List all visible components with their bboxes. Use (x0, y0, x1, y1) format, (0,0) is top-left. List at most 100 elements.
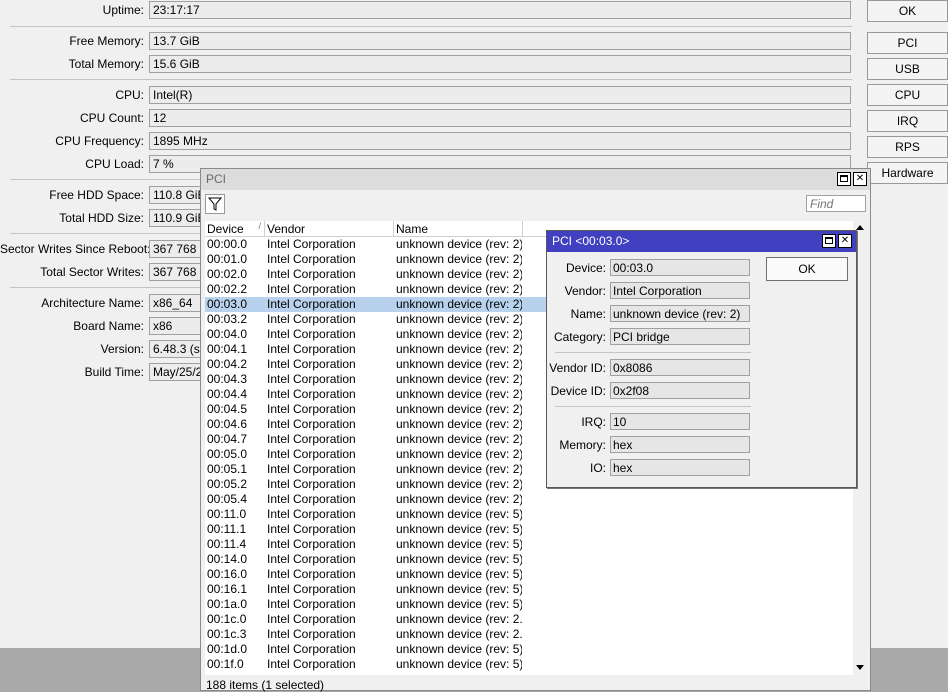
separator (10, 79, 852, 80)
scroll-up-icon[interactable] (856, 225, 864, 230)
cell-vendor: Intel Corporation (267, 387, 356, 401)
cell-device: 00:01.0 (207, 252, 248, 266)
cell-device: 00:03.0 (207, 297, 248, 311)
cell-vendor: Intel Corporation (267, 537, 356, 551)
maximize-icon[interactable] (822, 234, 836, 248)
separator (555, 352, 751, 353)
cell-name: unknown device (rev: 2) (396, 447, 522, 461)
table-row[interactable]: 00:14.0 Intel Corporation unknown device (… (205, 552, 853, 567)
table-row[interactable]: 00:1d.0 Intel Corporation unknown device (… (205, 642, 853, 657)
cell-vendor: Intel Corporation (267, 357, 356, 371)
cell-vendor: Intel Corporation (267, 402, 356, 416)
field-value-total-memory[interactable]: 15.6 GiB (149, 55, 851, 73)
table-row[interactable]: 00:11.0 Intel Corporation unknown device (… (205, 507, 853, 522)
field-value-cpu-count[interactable]: 12 (149, 109, 851, 127)
cell-device: 00:11.4 (207, 537, 247, 551)
cell-name: unknown device (rev: 5) (396, 657, 522, 671)
cell-vendor: Intel Corporation (267, 567, 356, 581)
detail-value-category[interactable]: PCI bridge (610, 328, 750, 345)
column-vendor-label: Vendor (267, 222, 306, 236)
find-input[interactable] (806, 195, 866, 212)
cell-device: 00:04.7 (207, 432, 248, 446)
cell-vendor: Intel Corporation (267, 522, 356, 536)
detail-value-vendor[interactable]: Intel Corporation (610, 282, 750, 299)
detail-label: IO: (589, 461, 606, 475)
detail-label: Device: (565, 261, 606, 275)
cell-name: unknown device (rev: 5) (396, 552, 522, 566)
table-row[interactable]: 00:1c.0 Intel Corporation unknown device (… (205, 612, 853, 627)
field-label: Total HDD Size: (59, 211, 144, 225)
detail-label: Device ID: (550, 384, 606, 398)
field-value-free-memory[interactable]: 13.7 GiB (149, 32, 851, 50)
cpu-button[interactable]: CPU (867, 84, 948, 106)
detail-value-irq[interactable]: 10 (610, 413, 750, 430)
cell-device: 00:05.1 (207, 462, 248, 476)
table-row[interactable]: 00:1a.0 Intel Corporation unknown device (… (205, 597, 853, 612)
column-device-label: Device (207, 222, 244, 236)
column-vendor[interactable]: Vendor (265, 221, 394, 237)
detail-value-device-id[interactable]: 0x2f08 (610, 382, 750, 399)
field-label: CPU Load: (85, 157, 144, 171)
field-label: Sector Writes Since Reboot: (0, 242, 151, 256)
usb-button[interactable]: USB (867, 58, 948, 80)
separator (555, 406, 751, 407)
field-value-cpu-frequency[interactable]: 1895 MHz (149, 132, 851, 150)
table-row[interactable]: 00:11.4 Intel Corporation unknown device (… (205, 537, 853, 552)
cell-vendor: Intel Corporation (267, 432, 356, 446)
table-row[interactable]: 00:1f.0 Intel Corporation unknown device (… (205, 657, 853, 672)
maximize-icon[interactable] (837, 172, 851, 186)
cell-name: unknown device (rev: 2) (396, 357, 522, 371)
field-label: Build Time: (84, 365, 144, 379)
pci-button[interactable]: PCI (867, 32, 948, 54)
cell-name: unknown device (rev: 5) (396, 507, 522, 521)
cell-vendor: Intel Corporation (267, 642, 356, 656)
cell-name: unknown device (rev: 2) (396, 327, 522, 341)
cell-device: 00:1f.0 (207, 657, 244, 671)
detail-value-io[interactable]: hex (610, 459, 750, 476)
detail-value-name[interactable]: unknown device (rev: 2) (610, 305, 750, 322)
filter-button[interactable] (205, 194, 225, 214)
close-icon[interactable]: ✕ (853, 172, 867, 186)
field-label: Total Sector Writes: (40, 265, 144, 279)
cell-vendor: Intel Corporation (267, 282, 356, 296)
cell-device: 00:02.2 (207, 282, 248, 296)
cell-name: unknown device (rev: 2... (396, 612, 522, 626)
scroll-down-icon[interactable] (856, 665, 864, 670)
table-row[interactable]: 00:16.1 Intel Corporation unknown device (… (205, 582, 853, 597)
cell-vendor: Intel Corporation (267, 237, 356, 251)
pci-window-titlebar[interactable]: PCI ✕ (201, 169, 870, 190)
ok-button[interactable]: OK (867, 0, 948, 22)
column-device[interactable]: Device / (205, 221, 265, 237)
cell-name: unknown device (rev: 5) (396, 642, 522, 656)
cell-name: unknown device (rev: 2) (396, 252, 522, 266)
field-value-cpu[interactable]: Intel(R) (149, 86, 851, 104)
status-bar: 188 items (1 selected) (206, 678, 325, 692)
cell-vendor: Intel Corporation (267, 447, 356, 461)
cell-device: 00:1a.0 (207, 597, 248, 611)
detail-value-vendor-id[interactable]: 0x8086 (610, 359, 750, 376)
hardware-button[interactable]: Hardware (867, 162, 948, 184)
table-row[interactable]: 00:1c.3 Intel Corporation unknown device (… (205, 627, 853, 642)
cell-name: unknown device (rev: 5) (396, 522, 522, 536)
detail-value-memory[interactable]: hex (610, 436, 750, 453)
table-row[interactable]: 00:11.1 Intel Corporation unknown device (… (205, 522, 853, 537)
cell-vendor: Intel Corporation (267, 612, 356, 626)
detail-value-device[interactable]: 00:03.0 (610, 259, 750, 276)
field-label: Version: (100, 342, 144, 356)
cell-device: 00:1c.3 (207, 627, 247, 641)
column-name[interactable]: Name (394, 221, 523, 237)
detail-window-titlebar[interactable]: PCI <00:03.0> ✕ (547, 231, 856, 252)
field-value-uptime[interactable]: 23:17:17 (149, 1, 851, 19)
ok-button[interactable]: OK (766, 257, 848, 281)
rps-button[interactable]: RPS (867, 136, 948, 158)
close-icon[interactable]: ✕ (838, 234, 852, 248)
table-row[interactable]: 00:05.4 Intel Corporation unknown device (… (205, 492, 853, 507)
cell-vendor: Intel Corporation (267, 492, 356, 506)
sort-icon: / (258, 221, 261, 231)
cell-vendor: Intel Corporation (267, 297, 356, 311)
irq-button[interactable]: IRQ (867, 110, 948, 132)
cell-name: unknown device (rev: 2) (396, 312, 522, 326)
field-label: CPU: (115, 88, 144, 102)
cell-vendor: Intel Corporation (267, 267, 356, 281)
table-row[interactable]: 00:16.0 Intel Corporation unknown device (… (205, 567, 853, 582)
